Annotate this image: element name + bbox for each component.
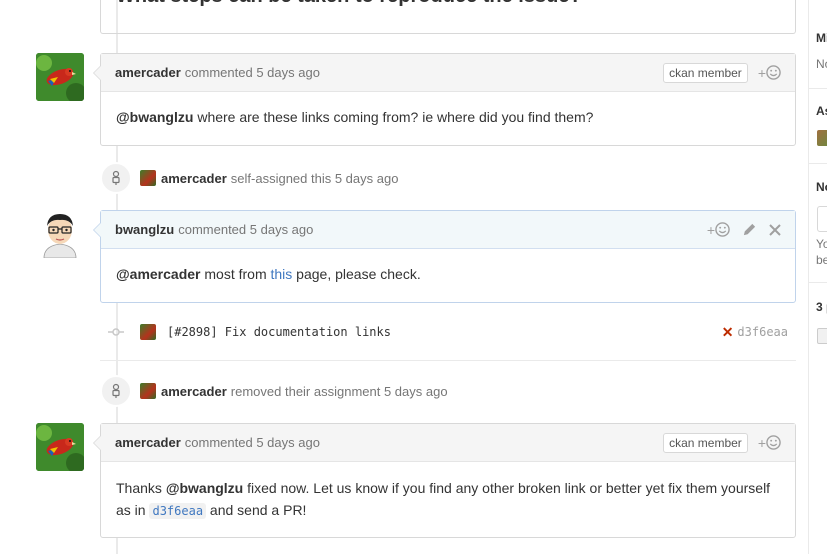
git-commit-icon <box>100 327 132 337</box>
mini-avatar[interactable] <box>140 324 156 340</box>
sidebar-participant-avatar[interactable] <box>817 328 827 344</box>
comment-header: amercader commented 5 days ago ckan memb… <box>93 424 795 462</box>
user-mention[interactable]: @bwanglzu <box>116 109 193 125</box>
member-badge: ckan member <box>663 432 748 453</box>
sidebar-participants-label: 3 p <box>816 300 827 314</box>
event-text: removed their assignment 5 days ago <box>230 383 448 399</box>
add-reaction-icon[interactable]: + <box>758 435 781 451</box>
mini-avatar[interactable] <box>140 383 156 399</box>
comment-text: most from <box>200 266 271 282</box>
comment-action: commented <box>178 222 247 237</box>
avatar-amercader[interactable] <box>36 53 84 101</box>
event-actor[interactable]: amercader <box>161 171 227 186</box>
comment-box: amercader commented 5 days ago ckan memb… <box>93 423 796 538</box>
comment-body: @amercader most from this page, please c… <box>101 249 795 285</box>
add-reaction-icon[interactable]: + <box>758 65 781 81</box>
commit-sha[interactable]: d3f6eaa <box>737 325 788 339</box>
member-badge: ckan member <box>663 62 748 83</box>
close-icon[interactable] <box>769 223 781 236</box>
subscribe-button[interactable] <box>817 206 827 232</box>
comment-body: Thanks @bwanglzu fixed now. Let us know … <box>101 462 795 522</box>
comment-box: bwanglzu commented 5 days ago + @amercad… <box>93 210 796 303</box>
sidebar-assignee-avatar[interactable] <box>817 130 827 146</box>
comment-author[interactable]: bwanglzu <box>115 222 174 237</box>
sidebar-notifications-text: Yo <box>816 237 827 251</box>
timeline-event-unassigned: amercader removed their assignment 5 day… <box>100 375 448 407</box>
sidebar-divider <box>809 282 827 283</box>
comment-text: page, please check. <box>292 266 421 282</box>
comment-text: and send a PR! <box>206 502 307 518</box>
comment-action: commented <box>184 435 253 450</box>
event-actor[interactable]: amercader <box>161 384 227 399</box>
sidebar-divider <box>809 163 827 164</box>
comment-time[interactable]: 5 days ago <box>256 435 320 450</box>
issue-body-box: What steps can be taken to reproduce the… <box>100 0 796 34</box>
comment-author[interactable]: amercader <box>115 435 181 450</box>
mini-avatar[interactable] <box>140 170 156 186</box>
sidebar-milestone-value: No <box>816 57 827 71</box>
sidebar-milestone-label: Mi <box>816 31 827 45</box>
user-mention[interactable]: @bwanglzu <box>166 480 243 496</box>
comment-box: amercader commented 5 days ago ckan memb… <box>93 53 796 146</box>
page-link[interactable]: this <box>271 266 293 282</box>
person-icon <box>100 375 132 407</box>
sidebar: Mi No As No Yo be 3 p <box>808 0 827 554</box>
sidebar-divider <box>809 88 827 89</box>
comment-author[interactable]: amercader <box>115 65 181 80</box>
person-icon <box>100 162 132 194</box>
divider <box>100 360 796 361</box>
comment-time[interactable]: 5 days ago <box>256 65 320 80</box>
commit-reference: [#2898] Fix documentation links ✕ d3f6ea… <box>100 317 796 347</box>
comment-body: @bwanglzu where are these links coming f… <box>101 92 795 128</box>
avatar-bwanglzu[interactable] <box>36 210 84 258</box>
pencil-icon[interactable] <box>742 222 757 237</box>
commit-message[interactable]: [#2898] Fix documentation links <box>167 325 391 339</box>
comment-time[interactable]: 5 days ago <box>250 222 314 237</box>
timeline-event-assigned: amercader self-assigned this 5 days ago <box>100 162 398 194</box>
comment-text: where are these links coming from? ie wh… <box>193 109 594 125</box>
user-mention[interactable]: @amercader <box>116 266 200 282</box>
x-icon[interactable]: ✕ <box>722 324 734 341</box>
comment-action: commented <box>184 65 253 80</box>
sidebar-notifications-text: be <box>816 253 827 267</box>
avatar-amercader[interactable] <box>36 423 84 471</box>
commit-sha-link[interactable]: d3f6eaa <box>149 503 207 519</box>
comment-header: bwanglzu commented 5 days ago + <box>93 211 795 249</box>
add-reaction-icon[interactable]: + <box>707 222 730 238</box>
issue-heading: What steps can be taken to reproduce the… <box>116 0 780 8</box>
sidebar-assignees-label: As <box>816 104 827 118</box>
sidebar-notifications-label: No <box>816 180 827 194</box>
comment-text: Thanks <box>116 480 166 496</box>
comment-header: amercader commented 5 days ago ckan memb… <box>93 54 795 92</box>
event-text: self-assigned this 5 days ago <box>230 170 399 186</box>
